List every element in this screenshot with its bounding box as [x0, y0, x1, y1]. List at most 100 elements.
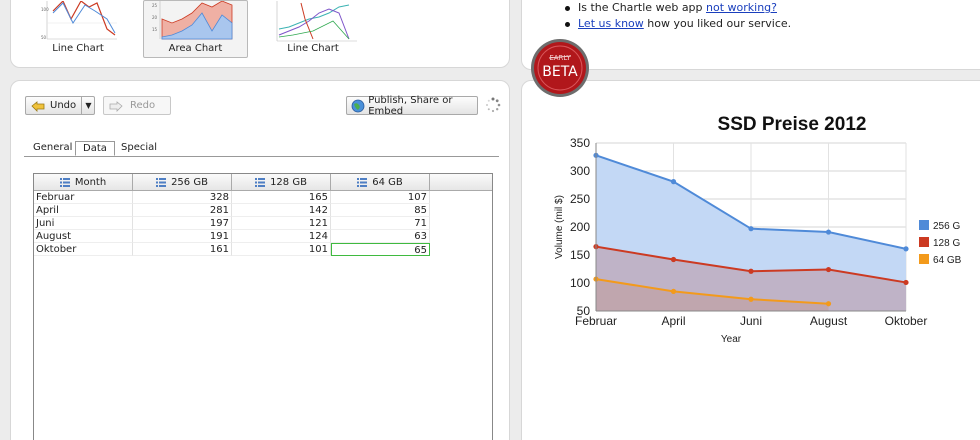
- data-point[interactable]: [825, 301, 832, 307]
- thumbnail-label: Line Chart: [287, 43, 339, 54]
- legend-swatch: [919, 237, 929, 247]
- data-point[interactable]: [825, 229, 832, 235]
- column-header-label: 256 GB: [171, 176, 208, 188]
- x-tick-label: April: [661, 314, 685, 328]
- column-header-month[interactable]: Month: [34, 174, 133, 191]
- bullet-icon: [565, 22, 570, 27]
- data-grid[interactable]: Month 256 GB 128 GB 64 GB Februar 328 16…: [33, 173, 493, 440]
- column-header-label: Month: [74, 176, 107, 188]
- table-cell[interactable]: 85: [331, 204, 430, 217]
- legend-label: 128 G: [933, 238, 960, 249]
- undo-button[interactable]: Undo ▼: [25, 96, 95, 115]
- tab-general[interactable]: General: [26, 141, 79, 156]
- table-cell[interactable]: 101: [232, 243, 331, 256]
- column-menu-icon: [255, 177, 266, 187]
- table-cell[interactable]: 142: [232, 204, 331, 217]
- column-menu-icon: [156, 177, 167, 187]
- help-text: Is the Chartle web app: [578, 1, 707, 14]
- column-header-empty: [430, 174, 492, 191]
- table-cell[interactable]: 281: [133, 204, 232, 217]
- not-working-link[interactable]: not working?: [706, 1, 777, 14]
- data-point[interactable]: [903, 279, 909, 286]
- table-cell[interactable]: 165: [232, 191, 331, 204]
- data-point[interactable]: [748, 226, 754, 232]
- help-links: Is the Chartle web app not working? Let …: [565, 0, 792, 32]
- help-line-feedback: Let us know how you liked our service.: [565, 16, 792, 32]
- table-cell[interactable]: 121: [232, 217, 331, 230]
- redo-label: Redo: [130, 100, 156, 111]
- line-chart-thumbnail-icon: [276, 1, 357, 42]
- data-point[interactable]: [670, 179, 677, 185]
- data-point[interactable]: [748, 296, 754, 302]
- chart-title: SSD Preise 2012: [718, 114, 867, 135]
- line-chart-thumbnail-icon: 100 50: [41, 1, 117, 40]
- y-tick-label: 300: [570, 164, 590, 178]
- data-point[interactable]: [903, 246, 909, 252]
- table-cell[interactable]: Juni: [34, 217, 133, 230]
- undo-label: Undo: [50, 100, 77, 111]
- column-header-256gb[interactable]: 256 GB: [133, 174, 232, 191]
- svg-text:20: 20: [152, 15, 158, 20]
- tab-divider: [24, 156, 499, 157]
- svg-text:50: 50: [41, 35, 47, 40]
- table-cell[interactable]: 197: [133, 217, 232, 230]
- column-header-label: 64 GB: [372, 176, 403, 188]
- data-point[interactable]: [670, 256, 677, 263]
- data-point[interactable]: [748, 268, 754, 274]
- svg-text:25: 25: [152, 3, 158, 8]
- y-tick-label: 200: [570, 220, 590, 234]
- redo-button[interactable]: Redo: [103, 96, 171, 115]
- table-cell[interactable]: 124: [232, 230, 331, 243]
- selected-table-cell[interactable]: 65: [331, 243, 430, 256]
- table-row: April 281 142 85: [34, 204, 430, 217]
- column-header-64gb[interactable]: 64 GB: [331, 174, 430, 191]
- table-cell[interactable]: 328: [133, 191, 232, 204]
- table-row: Oktober 161 101 65: [34, 243, 430, 256]
- help-text: how you liked our service.: [643, 17, 792, 30]
- publish-label: Publish, Share or Embed: [368, 94, 453, 117]
- column-header-label: 128 GB: [270, 176, 307, 188]
- beta-badge: EARLY BETA: [531, 39, 589, 97]
- thumbnail-line-chart[interactable]: 100 50 Line Chart: [34, 0, 122, 58]
- x-tick-label: Februar: [575, 314, 617, 328]
- badge-beta-text: BETA: [542, 64, 578, 80]
- data-point[interactable]: [670, 288, 677, 294]
- thumbnail-area-chart[interactable]: 25 20 15 Area Chart: [143, 0, 248, 58]
- data-point[interactable]: [825, 266, 832, 273]
- table-cell[interactable]: 191: [133, 230, 232, 243]
- thumbnail-label: Area Chart: [168, 43, 223, 54]
- redo-arrow-icon: [108, 99, 124, 113]
- undo-dropdown-icon[interactable]: ▼: [81, 97, 95, 114]
- loading-spinner-icon: [486, 97, 501, 113]
- globe-icon: [351, 99, 365, 113]
- help-line-not-working: Is the Chartle web app not working?: [565, 0, 791, 16]
- legend-swatch: [919, 254, 929, 264]
- bullet-icon: [565, 6, 570, 11]
- area-chart: SSD Preise 201250100150200250300350Febru…: [554, 114, 962, 345]
- y-axis-label: Volume (mil $): [554, 195, 565, 259]
- svg-text:15: 15: [152, 27, 158, 32]
- table-cell[interactable]: 71: [331, 217, 430, 230]
- let-us-know-link[interactable]: Let us know: [578, 17, 644, 30]
- tab-data[interactable]: Data: [75, 141, 115, 156]
- table-cell[interactable]: 107: [331, 191, 430, 204]
- x-tick-label: August: [810, 314, 848, 328]
- table-row: Februar 328 165 107: [34, 191, 430, 204]
- tab-special[interactable]: Special: [114, 141, 164, 156]
- publish-share-embed-button[interactable]: Publish, Share or Embed: [346, 94, 478, 117]
- table-cell[interactable]: August: [34, 230, 133, 243]
- table-cell[interactable]: 161: [133, 243, 232, 256]
- table-cell[interactable]: 63: [331, 230, 430, 243]
- table-cell[interactable]: Februar: [34, 191, 133, 204]
- table-cell[interactable]: Oktober: [34, 243, 133, 256]
- column-header-128gb[interactable]: 128 GB: [232, 174, 331, 191]
- thumbnail-line-chart-2[interactable]: Line Chart: [266, 0, 360, 58]
- column-menu-icon: [357, 177, 368, 187]
- area-chart-thumbnail-icon: 25 20 15: [152, 1, 233, 40]
- undo-arrow-icon: [30, 99, 46, 113]
- table-cell[interactable]: April: [34, 204, 133, 217]
- legend-label: 256 G: [933, 221, 960, 232]
- column-menu-icon: [59, 177, 70, 187]
- x-tick-label: Oktober: [885, 314, 928, 328]
- y-tick-label: 350: [570, 136, 590, 150]
